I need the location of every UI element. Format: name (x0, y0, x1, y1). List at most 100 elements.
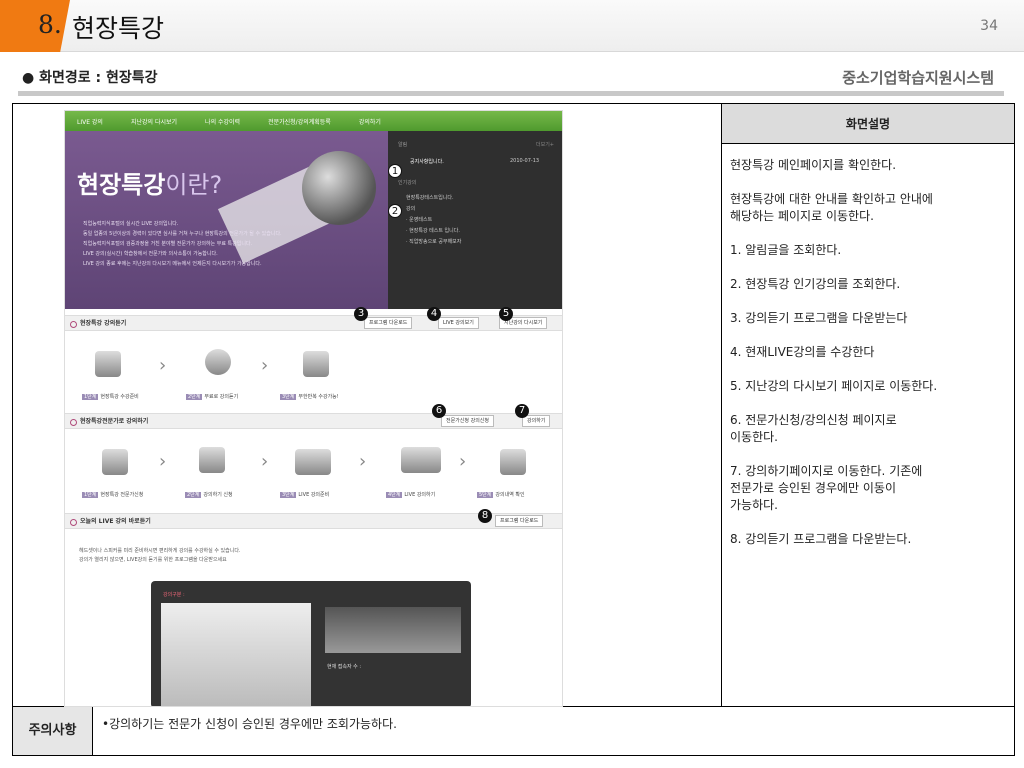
hero-line: 직업능력지식포털의 검증과정을 거친 분야별 전문가가 강의하는 무료 특강입니… (83, 241, 253, 247)
notice-label: 알림 (398, 142, 408, 148)
side-panel (325, 607, 461, 653)
hero-line: 직업능력지식포털의 실시간 LIVE 강의입니다. (83, 221, 179, 227)
program-download-button-2[interactable]: 프로그램 다운로드 (495, 515, 544, 527)
program-download-button[interactable]: 프로그램 다운로드 (364, 317, 413, 329)
step-number: 2단계 (186, 394, 203, 400)
callout-badge: 6 (432, 404, 446, 418)
desc-line: 7. 강의하기페이지로 이동한다. 기존에 전문가로 승인된 경우에만 이동이 … (730, 464, 923, 512)
expert-apply-button[interactable]: 전문가신청 강의신청 (441, 415, 494, 427)
hero-title-main: 현장특강 (77, 171, 166, 199)
hero-title-suffix: 이란? (165, 171, 223, 199)
desc-line: 1. 알림글을 조회한다. (730, 243, 842, 257)
folder-add-icon (199, 447, 225, 473)
global-nav: LIVE 강의 지난강의 다시보기 나의 수강이력 전문가신청/강의계획등록 강… (65, 111, 562, 131)
video-screen[interactable] (161, 603, 311, 706)
nav-expert[interactable]: 전문가신청/강의계획등록 (268, 117, 331, 126)
callout-badge: 3 (354, 307, 368, 321)
step-number: 2단계 (185, 492, 202, 498)
desc-line: 8. 강의듣기 프로그램을 다운받는다. (730, 532, 912, 546)
step-item: 2단계 무료로 강의듣기 (186, 393, 238, 400)
arrow-icon: › (359, 451, 367, 472)
desc-line: 6. 전문가신청/강의신청 페이지로 이동한다. (730, 413, 897, 444)
notice-item[interactable]: 공지사항입니다. (410, 158, 444, 165)
popular-item[interactable]: · 운영테스트 (406, 216, 432, 223)
notice-date: 2010-07-13 (510, 158, 540, 164)
screen-path: ● 화면경로 : 현장특강 (22, 70, 158, 86)
popular-item[interactable]: · 직업방송으로 공부해보자 (406, 238, 461, 245)
desc-line: 2. 현장특강 인기강의를 조회한다. (730, 277, 901, 291)
step-label: LIVE 강의하기 (404, 492, 436, 498)
magnifier-icon (95, 351, 121, 377)
live-guide-line: 강의가 열리지 않으면, LIVE강의 듣기를 위한 프로그램을 다운받으세요 (79, 557, 227, 563)
popular-item[interactable]: · 현장특강 테스트 입니다. (406, 227, 460, 234)
step-label: 강의하기 신청 (203, 492, 233, 498)
vertical-divider (721, 103, 722, 707)
notes-text: •강의하기는 전문가 신청이 승인된 경우에만 조회가능하다. (102, 717, 397, 731)
section-number: 8. (38, 10, 62, 39)
nav-live[interactable]: LIVE 강의 (77, 117, 103, 126)
notice-panel: 알림 더보기+ 공지사항입니다. 2010-07-13 인기강의 현장특강테스트… (388, 131, 562, 309)
page-title: 현장특강 (72, 14, 165, 43)
step-label: 강의내역 확인 (495, 492, 525, 498)
laptop-icon (295, 449, 331, 475)
arrow-icon: › (159, 355, 167, 376)
globe-image (302, 151, 376, 225)
disc-icon (303, 351, 329, 377)
arrow-icon: › (261, 451, 269, 472)
callout-badge: 1 (388, 164, 402, 178)
step-label: 무한반복 수강가능! (298, 394, 339, 400)
popular-item[interactable]: 현장특강테스트입니다. (406, 194, 454, 201)
step-item: 5단계 강의내역 확인 (477, 491, 525, 498)
step-item: 1단계 현장특강 수강준비 (82, 393, 139, 400)
desc-line: 4. 현재LIVE강의를 수강한다 (730, 345, 875, 359)
step-number: 1단계 (82, 394, 99, 400)
viewer-count: 현재 접속자 수 : (327, 664, 362, 670)
system-name: 중소기업학습지원시스템 (842, 69, 994, 87)
desc-line: 5. 지난강의 다시보기 페이지로 이동한다. (730, 379, 938, 393)
users-icon (102, 449, 128, 475)
step-number: 3단계 (280, 394, 297, 400)
live-guide: 헤드셋이나 스피커를 미리 준비하시면 편리하게 강의를 수강하실 수 있습니다… (79, 547, 241, 565)
callout-badge: 4 (427, 307, 441, 321)
arrow-icon: › (459, 451, 467, 472)
step-item: 3단계 무한반복 수강가능! (280, 393, 339, 400)
arrow-icon: › (159, 451, 167, 472)
step-number: 5단계 (477, 492, 494, 498)
step-label: 무료로 강의듣기 (204, 394, 239, 400)
live-view-button[interactable]: LIVE 강의보기 (438, 317, 479, 329)
callout-badge: 8 (478, 509, 492, 523)
headset-webcam-icon (401, 447, 441, 473)
step-label: LIVE 강의준비 (298, 492, 330, 498)
divider (18, 91, 1004, 96)
step-number: 1단계 (82, 492, 99, 498)
callout-badge: 2 (388, 204, 402, 218)
step-item: 2단계 강의하기 신청 (185, 491, 233, 498)
live-player: 강의구분 : 현재 접속자 수 : (151, 581, 471, 706)
hero-line: 동일 업종의 5년이상의 경력이 있다면 심사를 거쳐 누구나 현장특강의 전문… (83, 231, 282, 237)
magnifier-icon (500, 449, 526, 475)
desc-line: 3. 강의듣기 프로그램을 다운받는다 (730, 311, 908, 325)
slide-header: 8. 현장특강 34 (0, 0, 1024, 52)
step-label: 현장특강 전문가신청 (100, 492, 144, 498)
nav-history[interactable]: 나의 수강이력 (205, 117, 240, 126)
hero-line: LIVE 강의 종료 후에는 지난강의 다시보기 메뉴에서 언제든지 다시보기가… (83, 261, 262, 267)
hero-banner: 현장특강이란? 직업능력지식포털의 실시간 LIVE 강의입니다. 동일 업종의… (65, 131, 388, 309)
play-icon (205, 349, 231, 375)
notice-more-link[interactable]: 더보기+ (536, 141, 554, 148)
popular-item[interactable]: 강의 (406, 205, 415, 212)
player-label: 강의구분 : (163, 592, 185, 598)
hero-text: 직업능력지식포털의 실시간 LIVE 강의입니다. 동일 업종의 5년이상의 경… (83, 219, 353, 269)
notes-label: 주의사항 (13, 707, 93, 755)
callout-badge: 5 (499, 307, 513, 321)
nav-lecture[interactable]: 강의하기 (359, 117, 381, 126)
page-number: 34 (980, 18, 998, 34)
section-listen: 현장특강 강의듣기 (65, 315, 562, 331)
live-guide-line: 헤드셋이나 스피커를 미리 준비하시면 편리하게 강의를 수강하실 수 있습니다… (79, 548, 241, 554)
teach-button[interactable]: 강의하기 (522, 415, 551, 427)
hero-line: LIVE 강의(실시간) 학습창에서 전문가와 의사소통이 가능합니다. (83, 251, 218, 257)
desc-line: 현장특강에 대한 안내를 확인하고 안내에 해당하는 페이지로 이동한다. (730, 192, 933, 223)
nav-replay[interactable]: 지난강의 다시보기 (131, 117, 177, 126)
step-item: 1단계 현장특강 전문가신청 (82, 491, 143, 498)
arrow-icon: › (261, 355, 269, 376)
description-text: 현장특강 메인페이지를 확인한다. 현장특강에 대한 안내를 확인하고 안내에 … (730, 157, 1008, 565)
